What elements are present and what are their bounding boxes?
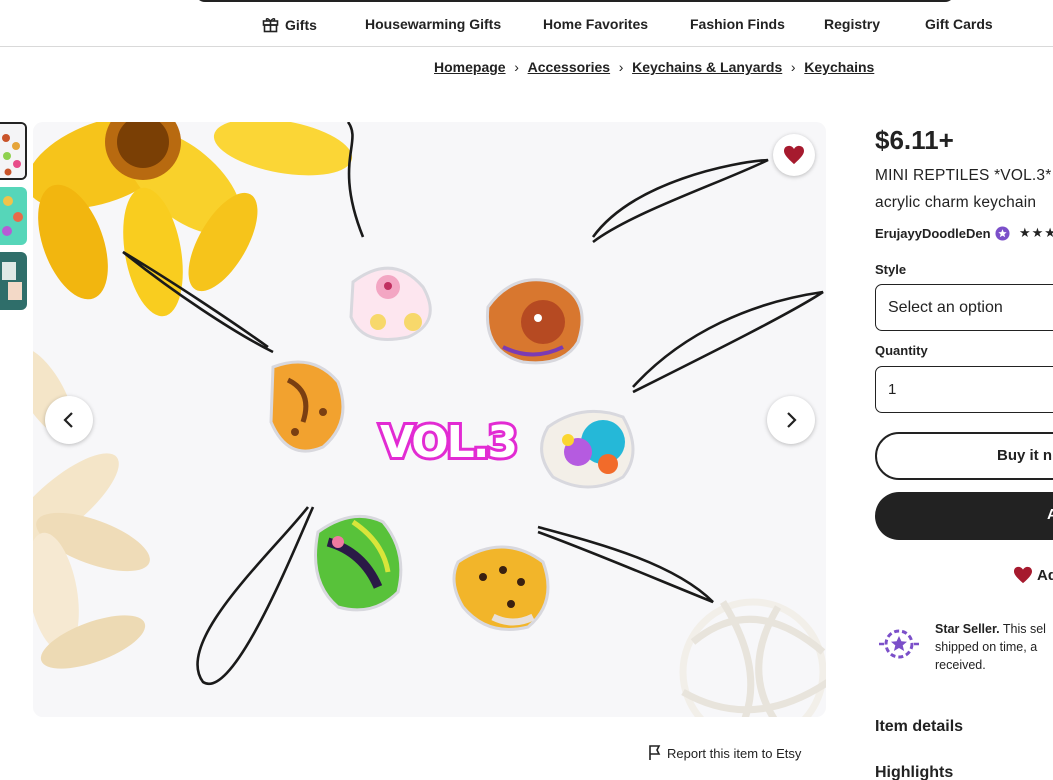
charm-tree-python xyxy=(314,514,403,612)
shop-name-link[interactable]: ErujayyDoodleDen xyxy=(875,226,1010,241)
chevron-right-icon xyxy=(787,412,797,428)
heart-icon xyxy=(784,145,804,165)
rating-stars: ★★★ xyxy=(1019,225,1053,240)
chevron-left-icon xyxy=(63,412,73,428)
item-details-heading[interactable]: Item details xyxy=(875,718,963,736)
price: $6.11+ xyxy=(875,125,954,155)
listing-image: VOL.3 xyxy=(33,122,826,717)
charm-chameleon xyxy=(540,409,635,489)
report-item-label: Report this item to Etsy xyxy=(667,746,802,761)
thumbnail-strip xyxy=(0,122,28,317)
nav-home-favorites[interactable]: Home Favorites xyxy=(543,16,648,32)
star-seller-title: Star Seller. xyxy=(935,622,1000,636)
style-select[interactable]: Select an option xyxy=(875,284,1053,331)
breadcrumb-keychains[interactable]: Keychains xyxy=(804,59,874,75)
nav-registry[interactable]: Registry xyxy=(824,16,880,32)
star-seller-line-2: shipped on time, a xyxy=(935,640,1038,654)
style-select-value: Select an option xyxy=(888,299,1003,316)
nav-fashion-finds[interactable]: Fashion Finds xyxy=(690,16,785,32)
buy-it-now-button[interactable]: Buy it n xyxy=(875,432,1053,480)
quantity-label: Quantity xyxy=(875,343,928,358)
thumbnail-1[interactable] xyxy=(0,122,27,180)
star-seller-line-3: received. xyxy=(935,658,986,672)
chevron-right-icon: › xyxy=(790,59,796,75)
vol3-overlay-text: VOL.3 xyxy=(380,417,516,468)
thumbnail-2[interactable] xyxy=(0,187,27,245)
shop-name: ErujayyDoodleDen xyxy=(875,226,991,241)
thumbnail-3[interactable] xyxy=(0,252,27,310)
nav-gifts-label: Gifts xyxy=(285,17,317,33)
flag-icon xyxy=(649,745,661,760)
star-seller-text: This sel xyxy=(1002,622,1046,636)
highlights-heading[interactable]: Highlights xyxy=(875,764,953,780)
nav-housewarming-gifts[interactable]: Housewarming Gifts xyxy=(365,16,501,32)
add-to-collection-label: Ad xyxy=(1037,567,1053,584)
product-title-line-1: MINI REPTILES *VOL.3* xyxy=(875,167,1052,184)
charm-crested-gecko xyxy=(269,360,345,453)
add-to-collection-button[interactable]: Ad xyxy=(1013,566,1053,584)
breadcrumb-homepage[interactable]: Homepage xyxy=(434,59,506,75)
star-seller-badge-icon xyxy=(995,226,1010,241)
quantity-value: 1 xyxy=(888,381,897,398)
breadcrumb-keychains-lanyards[interactable]: Keychains & Lanyards xyxy=(632,59,782,75)
buy-box: $6.11+ MINI REPTILES *VOL.3* acrylic cha… xyxy=(875,0,1053,780)
chevron-right-icon: › xyxy=(618,59,624,75)
heart-icon xyxy=(1014,566,1032,584)
next-image-button[interactable] xyxy=(767,396,815,444)
product-title-line-2: acrylic charm keychain xyxy=(875,194,1037,211)
style-label: Style xyxy=(875,262,907,277)
add-to-cart-button[interactable]: A xyxy=(875,492,1053,540)
nav-gifts[interactable]: Gifts xyxy=(262,16,317,33)
gift-icon xyxy=(262,18,279,33)
quantity-select[interactable]: 1 xyxy=(875,366,1053,413)
star-seller-icon xyxy=(879,629,919,659)
breadcrumb-accessories[interactable]: Accessories xyxy=(528,59,611,75)
previous-image-button[interactable] xyxy=(45,396,93,444)
breadcrumb: Homepage › Accessories › Keychains & Lanyard… xyxy=(434,59,874,75)
favorite-button[interactable] xyxy=(773,134,815,176)
report-item-link[interactable]: Report this item to Etsy xyxy=(648,745,801,761)
charm-frilled-lizard xyxy=(485,278,584,365)
chevron-right-icon: › xyxy=(514,59,519,75)
